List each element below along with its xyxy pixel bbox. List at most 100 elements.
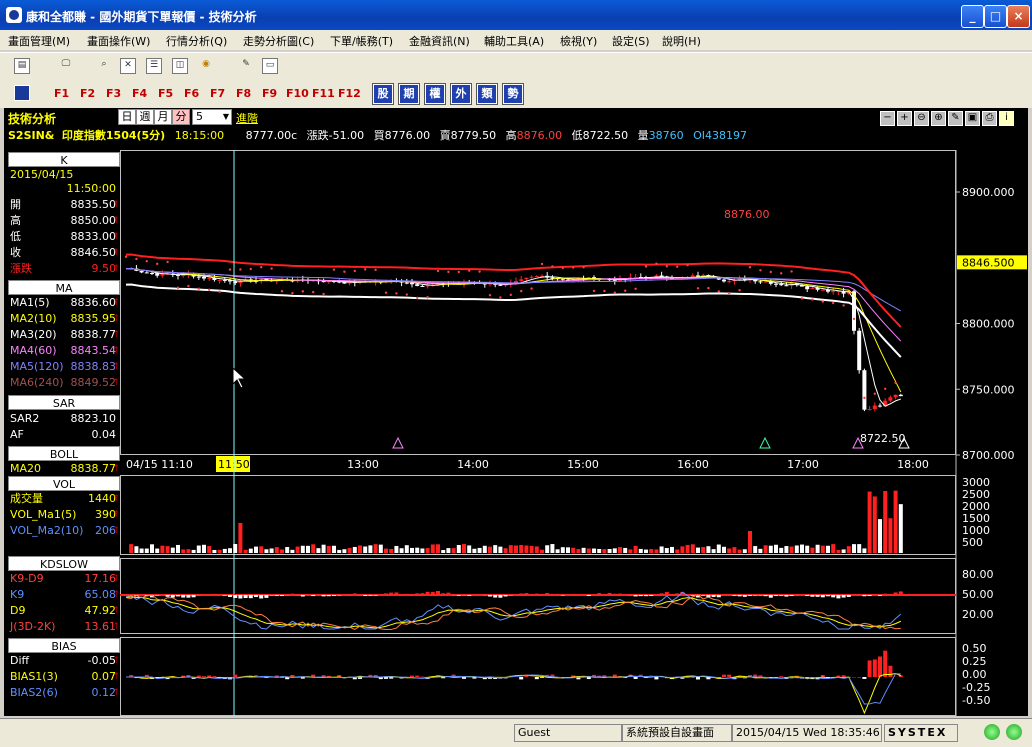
- sar-dot: [874, 393, 876, 395]
- minimize-button[interactable]: _: [961, 5, 984, 28]
- period-month[interactable]: 月: [154, 109, 172, 125]
- search-icon[interactable]: ⌕: [96, 58, 112, 74]
- magnify-plus-icon[interactable]: ⊕: [931, 111, 946, 126]
- boll-header[interactable]: BOLL: [8, 446, 120, 461]
- f10-button[interactable]: F10: [286, 87, 309, 100]
- candle-body: [207, 278, 211, 279]
- f2-button[interactable]: F2: [80, 87, 95, 100]
- kd-diff-bar: [790, 595, 794, 596]
- zoom-in-icon[interactable]: +: [897, 111, 912, 126]
- layout-icon[interactable]: ☰: [146, 58, 162, 74]
- options-button[interactable]: 權: [425, 84, 445, 104]
- kd-tick-label: 80.00: [962, 568, 994, 581]
- volume-bar: [462, 544, 466, 553]
- f5-button[interactable]: F5: [158, 87, 173, 100]
- sar-dot: [354, 270, 356, 272]
- menu-market-analysis[interactable]: 行情分析(Q): [166, 33, 227, 49]
- period-day[interactable]: 日: [118, 109, 136, 125]
- advanced-link[interactable]: 進階: [236, 110, 258, 126]
- f3-button[interactable]: F3: [106, 87, 121, 100]
- kd-diff-bar: [389, 593, 393, 595]
- pane-frame: [121, 476, 956, 555]
- kd-row: K9-D917.16↑: [8, 572, 120, 586]
- kd-header[interactable]: KDSLOW: [8, 556, 120, 571]
- period-select[interactable]: 5▼: [192, 109, 232, 125]
- menu-settings[interactable]: 設定(S): [612, 33, 650, 49]
- menu-finance-info[interactable]: 金融資訊(N): [409, 33, 470, 49]
- save-icon[interactable]: ▣: [965, 111, 980, 126]
- volume-bar: [446, 548, 450, 553]
- trend-button[interactable]: 勢: [503, 84, 523, 104]
- candle-body: [498, 285, 502, 286]
- menu-help[interactable]: 說明(H): [662, 33, 701, 49]
- kd-diff-bar: [842, 595, 846, 598]
- close-button[interactable]: ×: [1007, 5, 1030, 28]
- menu-order-account[interactable]: 下單/帳務(T): [330, 33, 393, 49]
- volume-bar: [566, 547, 570, 553]
- status-brand: SYSTEX: [884, 724, 958, 742]
- volume-bar: [623, 548, 627, 553]
- window-icon[interactable]: ▤: [14, 58, 30, 74]
- f4-button[interactable]: F4: [132, 87, 147, 100]
- zoom-out-icon[interactable]: −: [880, 111, 895, 126]
- vol-row: VOL_Ma2(10)206↑: [8, 524, 120, 538]
- bias-header[interactable]: BIAS: [8, 638, 120, 653]
- sar-dot: [125, 256, 127, 258]
- f11-button[interactable]: F11: [312, 87, 335, 100]
- f12-button[interactable]: F12: [338, 87, 361, 100]
- monitor-icon[interactable]: 🖵: [58, 58, 74, 74]
- maximize-button[interactable]: □: [984, 5, 1007, 28]
- volume-bar: [493, 545, 497, 553]
- kd-diff-bar: [244, 595, 248, 598]
- logo-icon[interactable]: [14, 85, 30, 101]
- stock-button[interactable]: 股: [373, 84, 393, 104]
- sar-dot: [655, 262, 657, 264]
- f1-button[interactable]: F1: [54, 87, 69, 100]
- volume-bar: [582, 548, 586, 553]
- candle-body: [530, 277, 534, 278]
- sar-dot: [426, 296, 428, 298]
- volume-bar: [696, 548, 700, 553]
- print-icon[interactable]: ⎙: [982, 111, 997, 126]
- menu-view[interactable]: 檢視(Y): [560, 33, 597, 49]
- sar-dot: [416, 297, 418, 299]
- period-week[interactable]: 週: [136, 109, 154, 125]
- sar-header[interactable]: SAR: [8, 395, 120, 410]
- kd-tick-label: 20.00: [962, 608, 994, 621]
- menu-screen-operate[interactable]: 畫面操作(W): [87, 33, 150, 49]
- magnify-minus-icon[interactable]: ⊖: [914, 111, 929, 126]
- f7-button[interactable]: F7: [210, 87, 225, 100]
- globe-icon[interactable]: ◉: [198, 58, 214, 74]
- volume-bar: [379, 545, 383, 553]
- chart-icon[interactable]: ▭: [262, 58, 278, 74]
- f9-button[interactable]: F9: [262, 87, 277, 100]
- menu-tools[interactable]: 輔助工具(A): [484, 33, 544, 49]
- menu-screen-manage[interactable]: 畫面管理(M): [8, 33, 70, 49]
- f6-button[interactable]: F6: [184, 87, 199, 100]
- sar-dot: [406, 293, 408, 295]
- kd-diff-bar: [524, 593, 528, 595]
- k-header[interactable]: K: [8, 152, 120, 167]
- chart-area[interactable]: 8900.0008800.0008750.0008700.0008846.500…: [120, 150, 1028, 716]
- sar-dot: [343, 271, 345, 273]
- sar-dot: [520, 290, 522, 292]
- kd-tick-label: 50.00: [962, 588, 994, 601]
- menu-trend-chart[interactable]: 走勢分析圖(C): [243, 33, 314, 49]
- draw-icon[interactable]: ✎: [948, 111, 963, 126]
- category-button[interactable]: 類: [477, 84, 497, 104]
- info-icon[interactable]: i: [999, 111, 1014, 126]
- vol-header[interactable]: VOL: [8, 476, 120, 491]
- futures-button[interactable]: 期: [399, 84, 419, 104]
- app-icon[interactable]: [6, 7, 22, 23]
- pen-icon[interactable]: ✎: [238, 58, 254, 74]
- period-minute[interactable]: 分: [172, 109, 190, 125]
- ma-header[interactable]: MA: [8, 280, 120, 295]
- kd-diff-bar: [233, 595, 237, 598]
- kd-row: D947.92↑: [8, 604, 120, 618]
- f8-button[interactable]: F8: [236, 87, 251, 100]
- sar-dot: [437, 270, 439, 272]
- volume-bar: [618, 547, 622, 553]
- foreign-button[interactable]: 外: [451, 84, 471, 104]
- split-icon[interactable]: ◫: [172, 58, 188, 74]
- close-window-icon[interactable]: ✕: [120, 58, 136, 74]
